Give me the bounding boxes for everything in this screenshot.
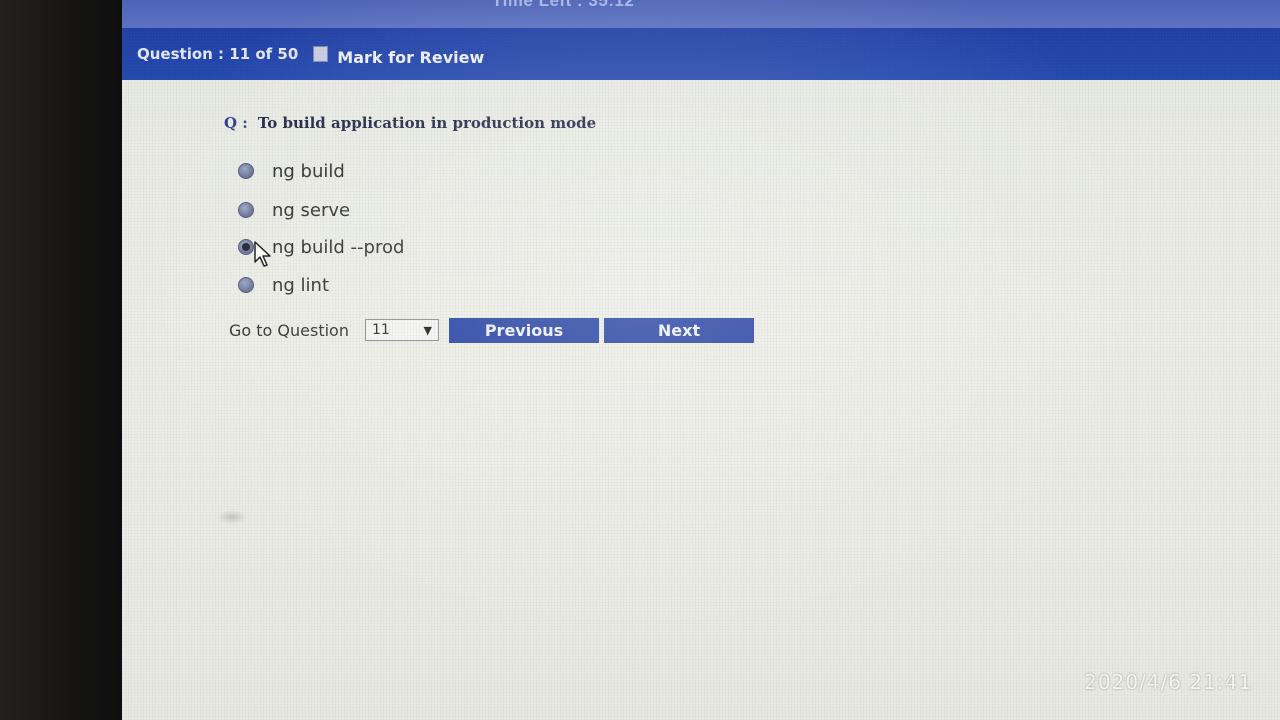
next-button[interactable]: Next bbox=[603, 317, 754, 343]
mouse-pointer-icon bbox=[254, 241, 271, 267]
option-1[interactable]: ng build bbox=[238, 159, 345, 183]
screen-smudge bbox=[217, 510, 247, 524]
exam-screen: Time Left : 35:12 Question : 11 of 50 Ma… bbox=[122, 0, 1280, 720]
mark-for-review-checkbox[interactable] bbox=[313, 46, 329, 62]
photo-timestamp: 2020/4/6 21:41 bbox=[1084, 670, 1252, 694]
question-body: To build application in production mode bbox=[257, 114, 597, 132]
previous-button[interactable]: Previous bbox=[448, 317, 599, 343]
go-to-question-dropdown[interactable]: 11 ▼ bbox=[364, 319, 439, 341]
question-counter: Question : 11 of 50 bbox=[137, 45, 299, 63]
option-2-label[interactable]: ng serve bbox=[272, 200, 350, 221]
monitor-bezel bbox=[0, 0, 125, 720]
option-4-radio[interactable] bbox=[238, 277, 254, 293]
timer-strip: Time Left : 35:12 bbox=[122, 0, 1280, 28]
option-2-radio[interactable] bbox=[238, 202, 254, 218]
question-prefix: Q : bbox=[224, 114, 248, 132]
option-4[interactable]: ng lint bbox=[238, 273, 329, 297]
option-3-label[interactable]: ng build --prod bbox=[272, 237, 404, 258]
go-to-question-label: Go to Question bbox=[229, 320, 349, 340]
time-left-text: Time Left : 35:12 bbox=[492, 0, 635, 10]
option-3-radio[interactable] bbox=[238, 239, 254, 255]
question-text: Q : To build application in production m… bbox=[224, 114, 596, 132]
option-1-label[interactable]: ng build bbox=[272, 161, 345, 182]
mark-for-review-label[interactable]: Mark for Review bbox=[337, 48, 484, 67]
dropdown-arrow-icon: ▼ bbox=[423, 323, 432, 337]
option-4-label[interactable]: ng lint bbox=[272, 275, 329, 296]
question-header-bar: Question : 11 of 50 Mark for Review bbox=[122, 28, 1280, 80]
option-2[interactable]: ng serve bbox=[238, 198, 350, 222]
go-to-question-value: 11 bbox=[371, 322, 390, 338]
option-1-radio[interactable] bbox=[238, 163, 254, 179]
question-navigation: Go to Question 11 ▼ Previous Next bbox=[229, 317, 754, 343]
